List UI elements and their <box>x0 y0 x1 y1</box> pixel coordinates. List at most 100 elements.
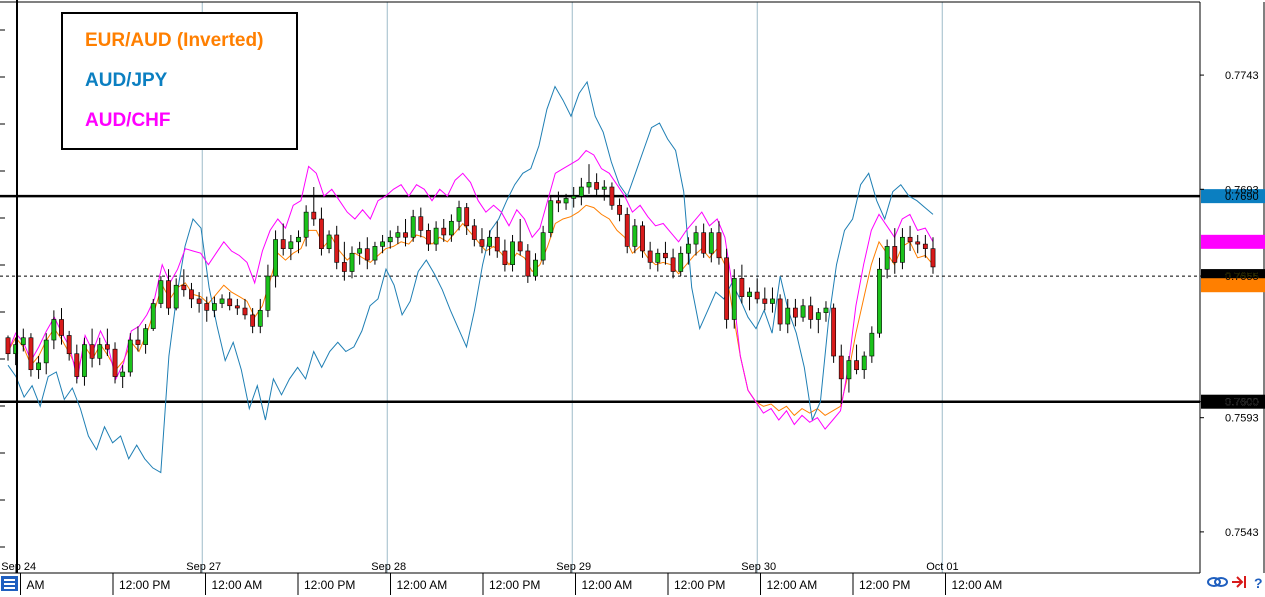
candle-body <box>708 232 714 254</box>
candle-body <box>326 234 332 249</box>
candle-body <box>479 239 485 247</box>
candle-body <box>227 298 233 307</box>
candle <box>930 237 936 274</box>
x-tick-label: 12:00 PM <box>119 578 170 592</box>
x-tick-label: 12:00 AM <box>212 578 263 592</box>
candle-body <box>410 216 416 238</box>
bottom-right-icons: ? <box>1207 575 1263 591</box>
candle-body <box>66 335 72 355</box>
candle <box>854 344 859 375</box>
arrow-to-line-icon[interactable] <box>1232 576 1246 588</box>
candle <box>609 182 615 210</box>
candle-body <box>212 303 217 311</box>
candle-body <box>143 328 149 345</box>
x-tick-label: 12:00 PM <box>859 578 910 592</box>
candle <box>747 287 752 311</box>
candle-body <box>517 241 523 252</box>
candle-body <box>28 337 34 371</box>
candle <box>731 269 737 329</box>
candle <box>632 218 638 254</box>
candlesticks <box>5 164 936 404</box>
help-icon[interactable]: ? <box>1254 575 1263 591</box>
candle <box>815 308 821 334</box>
candle <box>242 298 248 320</box>
candle-body <box>158 280 164 304</box>
y-tick-label: 0.7543 <box>1225 527 1259 539</box>
horizontal-levels <box>0 194 1200 403</box>
menu-list-icon[interactable] <box>1 576 18 591</box>
candle <box>808 296 814 329</box>
candle <box>196 292 202 313</box>
x-date-label: Sep 24 <box>1 561 36 573</box>
candle-body <box>5 337 11 355</box>
candle <box>693 225 699 256</box>
candle <box>265 264 271 318</box>
candle <box>89 328 95 368</box>
candle <box>418 207 424 238</box>
candle-body <box>204 303 210 311</box>
candle-body <box>685 243 691 254</box>
candle <box>143 324 149 354</box>
candle <box>831 303 837 363</box>
candle <box>341 241 347 281</box>
x-tick-label: 12:00 AM <box>582 578 633 592</box>
candle <box>387 230 393 249</box>
candle-body <box>288 241 294 249</box>
x-date-label: Sep 27 <box>186 561 221 573</box>
candle <box>273 230 278 288</box>
candle-body <box>632 225 638 247</box>
price-tags: 0.76900.76550.7600 <box>1201 189 1265 409</box>
x-tick-label: 12:00 AM <box>767 578 818 592</box>
candle-body <box>387 236 393 243</box>
candle <box>135 326 141 352</box>
y-tick-label: 0.7743 <box>1225 70 1259 82</box>
candle-body <box>59 319 64 336</box>
candle-body <box>219 298 225 304</box>
candle <box>739 264 745 304</box>
candle <box>20 328 26 352</box>
candle <box>326 230 332 254</box>
candle-body <box>724 257 729 320</box>
candle-body <box>502 250 508 265</box>
candle-body <box>433 227 439 245</box>
candle-body <box>265 275 271 311</box>
vertical-gridlines <box>201 2 943 573</box>
candle-body <box>341 262 347 272</box>
x-tick-label: AM <box>27 578 45 592</box>
x-tick-label: 12:00 PM <box>674 578 725 592</box>
candle <box>762 287 768 311</box>
candle-body <box>120 371 126 377</box>
candle <box>74 344 80 384</box>
candle-body <box>877 268 882 334</box>
chain-link-icon[interactable] <box>1207 577 1228 587</box>
candle-body <box>280 239 286 249</box>
candle <box>655 248 661 272</box>
legend-item-aud-chf: AUD/CHF <box>85 110 171 131</box>
candle <box>922 234 928 258</box>
candle-body <box>150 303 156 329</box>
candle-body <box>601 186 607 190</box>
candle-body <box>319 218 324 249</box>
candle <box>647 241 653 270</box>
candle <box>877 257 882 338</box>
candle <box>349 246 355 279</box>
candle-body <box>104 344 110 350</box>
candle-body <box>464 207 470 227</box>
candle <box>540 225 546 265</box>
candle-body <box>494 236 500 252</box>
candle <box>227 292 233 311</box>
candle-body <box>563 198 569 204</box>
candle-body <box>448 220 454 236</box>
legend-item-aud-jpy: AUD/JPY <box>85 70 168 91</box>
candle-body <box>234 305 240 309</box>
candle-body <box>166 280 171 309</box>
candle-body <box>846 360 852 380</box>
candle-body <box>655 252 661 263</box>
candle-body <box>533 259 538 277</box>
candle <box>617 198 622 222</box>
candle-body <box>242 307 248 316</box>
candle <box>372 241 378 265</box>
candle <box>586 164 592 194</box>
candle <box>792 298 798 327</box>
legend-item-eur-aud: EUR/AUD (Inverted) <box>85 30 264 51</box>
